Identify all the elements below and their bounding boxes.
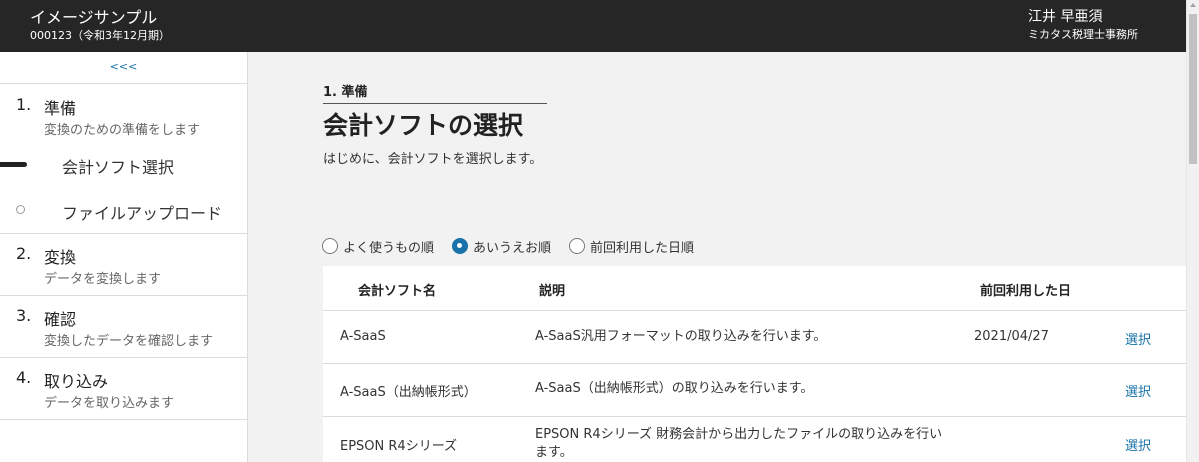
radio-button[interactable] [322,238,338,254]
select-link[interactable]: 選択 [1125,329,1151,348]
select-link[interactable]: 選択 [1125,381,1151,400]
step-description: 変換のための準備をします [44,123,201,138]
step-description: データを変換します [44,272,162,287]
step-number: 3. [16,306,32,325]
sort-by-last-used-option[interactable]: 前回利用した日順 [569,237,694,256]
select-link[interactable]: 選択 [1125,435,1151,454]
active-step-indicator-icon [0,162,27,167]
column-header-description: 説明 [539,284,566,299]
substep-accounting-software-select[interactable]: 会計ソフト選択 [0,145,247,185]
radio-label: あいうえお順 [473,240,552,256]
step-import[interactable]: 4. 取り込み データを取り込みます [0,358,247,420]
page-description: はじめに、会計ソフトを選択します。 [323,152,543,167]
scroll-thumb[interactable] [1189,14,1197,164]
software-description: A-SaaS（出納帳形式）の取り込みを行います。 [535,381,814,396]
software-description: A-SaaS汎用フォーマットの取り込みを行います。 [535,329,827,344]
last-used-date: 2021/04/27 [974,329,1049,344]
user-name[interactable]: 江井 早亜須 [1028,8,1102,26]
sort-by-kana-option[interactable]: あいうえお順 [452,237,551,256]
sort-by-frequency-option[interactable]: よく使うもの順 [322,237,434,256]
software-name: A-SaaS（出納帳形式） [340,385,477,400]
software-description: EPSON R4シリーズ 財務会計から出力したファイルの取り込みを行います。 [535,427,943,460]
step-convert[interactable]: 2. 変換 データを変換します [0,234,247,296]
step-sidebar: <<< 1. 準備 変換のための準備をします 会計ソフト選択 ファイルアップロー… [0,52,248,462]
company-name: イメージサンプル [30,8,158,27]
step-number: 1. [16,95,32,114]
sort-order-radio-group: よく使うもの順 あいうえお順 前回利用した日順 [322,236,712,256]
radio-label: 前回利用した日順 [590,240,695,256]
step-description: データを取り込みます [44,396,175,411]
page-title: 会計ソフトの選択 [323,111,524,140]
table-row[interactable]: A-SaaS（出納帳形式） A-SaaS（出納帳形式）の取り込みを行います。 選… [323,363,1186,416]
step-title: 変換 [44,248,77,267]
accounting-software-table: 会計ソフト名 説明 前回利用した日 A-SaaS A-SaaS汎用フォーマットの… [323,266,1186,462]
software-name: A-SaaS [340,329,386,344]
app-header: イメージサンプル 000123（令和3年12月期） 江井 早亜須 ミカタス税理士… [0,0,1186,52]
step-prepare[interactable]: 1. 準備 変換のための準備をします 会計ソフト選択 ファイルアップロード [0,85,247,234]
page-scrollbar[interactable] [1186,0,1199,462]
substep-label: ファイルアップロード [62,204,223,223]
substep-label: 会計ソフト選択 [62,158,175,177]
step-title: 取り込み [44,372,109,391]
step-number: 2. [16,244,32,263]
column-header-software-name: 会計ソフト名 [358,284,437,299]
radio-label: よく使うもの順 [343,240,435,256]
step-title: 準備 [44,99,77,118]
step-title: 確認 [44,310,77,329]
substep-file-upload[interactable]: ファイルアップロード [0,189,247,229]
step-description: 変換したデータを確認します [44,334,214,349]
breadcrumb: 1. 準備 [323,81,547,104]
column-header-last-used: 前回利用した日 [980,284,1072,299]
collapse-sidebar-button[interactable]: <<< [0,52,247,84]
table-row[interactable]: A-SaaS A-SaaS汎用フォーマットの取り込みを行います。 2021/04… [323,310,1186,363]
fiscal-period: 000123（令和3年12月期） [30,29,170,42]
step-number: 4. [16,368,32,387]
pending-step-circle-icon [16,205,25,214]
radio-button[interactable] [452,238,469,254]
radio-button[interactable] [569,238,586,254]
step-confirm[interactable]: 3. 確認 変換したデータを確認します [0,296,247,358]
software-name: EPSON R4シリーズ [340,439,458,454]
office-name: ミカタス税理士事務所 [1028,28,1138,41]
scroll-up-arrow-icon[interactable] [1190,3,1196,7]
table-row[interactable]: EPSON R4シリーズ EPSON R4シリーズ 財務会計から出力したファイル… [323,416,1186,462]
